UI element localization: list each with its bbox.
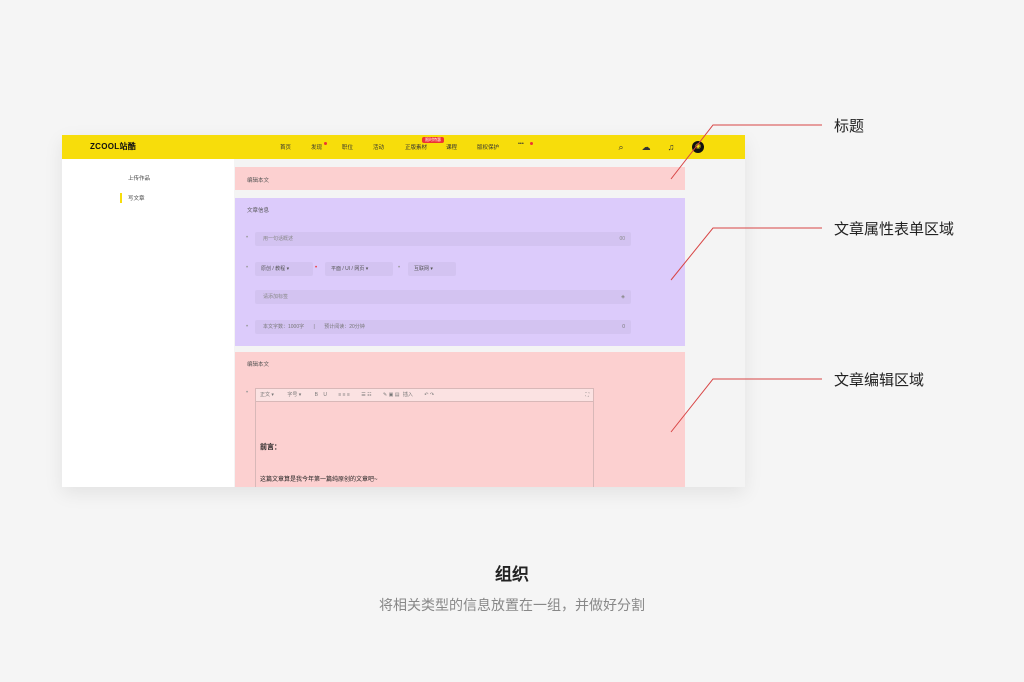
annotation-form-area: 文章属性表单区域 bbox=[834, 221, 955, 238]
annotation-title: 标题 bbox=[834, 118, 865, 135]
editor-leader-line bbox=[670, 378, 822, 433]
title-leader-line bbox=[670, 124, 822, 180]
footer-subtitle: 将相关类型的信息放置在一组，并做好分割 bbox=[379, 597, 645, 613]
annotation-editor-area: 文章编辑区域 bbox=[834, 372, 925, 389]
footer-title: 组织 bbox=[495, 565, 529, 584]
form-leader-line bbox=[670, 227, 822, 281]
